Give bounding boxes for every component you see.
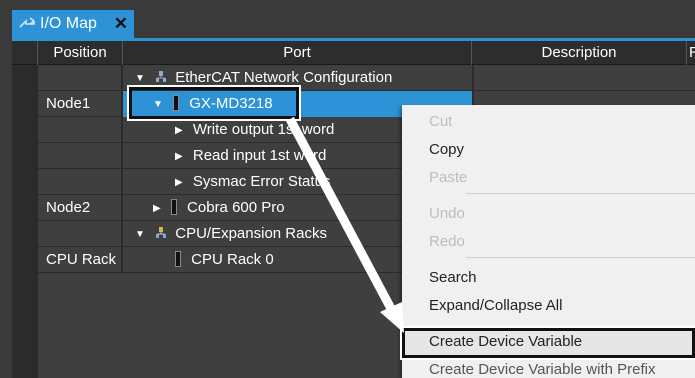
menu-separator — [466, 193, 695, 194]
port-label: EtherCAT Network Configuration — [175, 69, 393, 86]
collapsed-triangle-icon[interactable]: ▶ — [175, 118, 183, 144]
port-label: Cobra 600 Pro — [187, 199, 285, 216]
position-cell — [38, 143, 123, 169]
position-cell: Node1 — [38, 91, 123, 117]
menu-item-paste[interactable]: Paste — [429, 169, 467, 186]
column-header-description[interactable]: Description — [472, 41, 687, 65]
port-label: Sysmac Error Status — [192, 173, 331, 190]
collapsed-triangle-icon[interactable]: ▶ — [175, 170, 183, 196]
position-cell — [38, 221, 123, 247]
position-cell: CPU Rack — [38, 247, 123, 273]
column-header-port[interactable]: Port — [123, 41, 472, 65]
io-map-icon — [19, 17, 35, 28]
tab-io-map[interactable]: I/O Map ✕ — [12, 10, 134, 38]
menu-item-copy[interactable]: Copy — [429, 141, 464, 158]
column-header-position[interactable]: Position — [38, 41, 123, 65]
header-gutter — [12, 41, 38, 65]
position-cell — [38, 65, 123, 91]
selected-node-highlight — [127, 85, 301, 121]
port-label: Read input 1st word — [192, 147, 327, 164]
network-icon — [156, 71, 167, 82]
port-label: Write output 1st word — [192, 121, 335, 138]
column-header-extra[interactable]: R — [687, 41, 695, 65]
menu-item-redo[interactable]: Redo — [429, 233, 465, 250]
collapsed-triangle-icon[interactable]: ▶ — [175, 144, 183, 170]
description-cell — [472, 65, 687, 91]
context-menu: Cut Copy Paste Undo Redo Search Expand/C… — [400, 105, 695, 378]
tab-bar: I/O Map ✕ — [0, 0, 695, 38]
menu-item-undo[interactable]: Undo — [429, 205, 465, 222]
expanded-triangle-icon[interactable]: ▼ — [135, 222, 145, 248]
menu-item-expand-collapse-all[interactable]: Expand/Collapse All — [429, 297, 562, 314]
menu-item-create-device-variable[interactable]: Create Device Variable — [429, 333, 582, 350]
position-cell: Node2 — [38, 195, 123, 221]
column-header-row: Position Port Description R — [12, 41, 695, 65]
device-icon — [175, 251, 181, 267]
rack-icon — [156, 227, 167, 238]
port-label: CPU/Expansion Racks — [175, 225, 327, 242]
menu-item-search[interactable]: Search — [429, 269, 477, 286]
port-label: CPU Rack 0 — [191, 251, 274, 268]
device-icon — [170, 199, 177, 215]
menu-separator — [466, 257, 695, 258]
table-row[interactable]: ▼ EtherCAT Network Configuration — [12, 65, 695, 91]
collapsed-triangle-icon[interactable]: ▶ — [153, 196, 161, 222]
position-cell — [38, 169, 123, 195]
menu-item-create-device-variable-prefix[interactable]: Create Device Variable with Prefix — [429, 361, 655, 378]
close-icon[interactable]: ✕ — [114, 14, 128, 34]
tab-title: I/O Map — [40, 15, 97, 32]
position-cell — [38, 117, 123, 143]
menu-item-cut[interactable]: Cut — [429, 113, 452, 130]
